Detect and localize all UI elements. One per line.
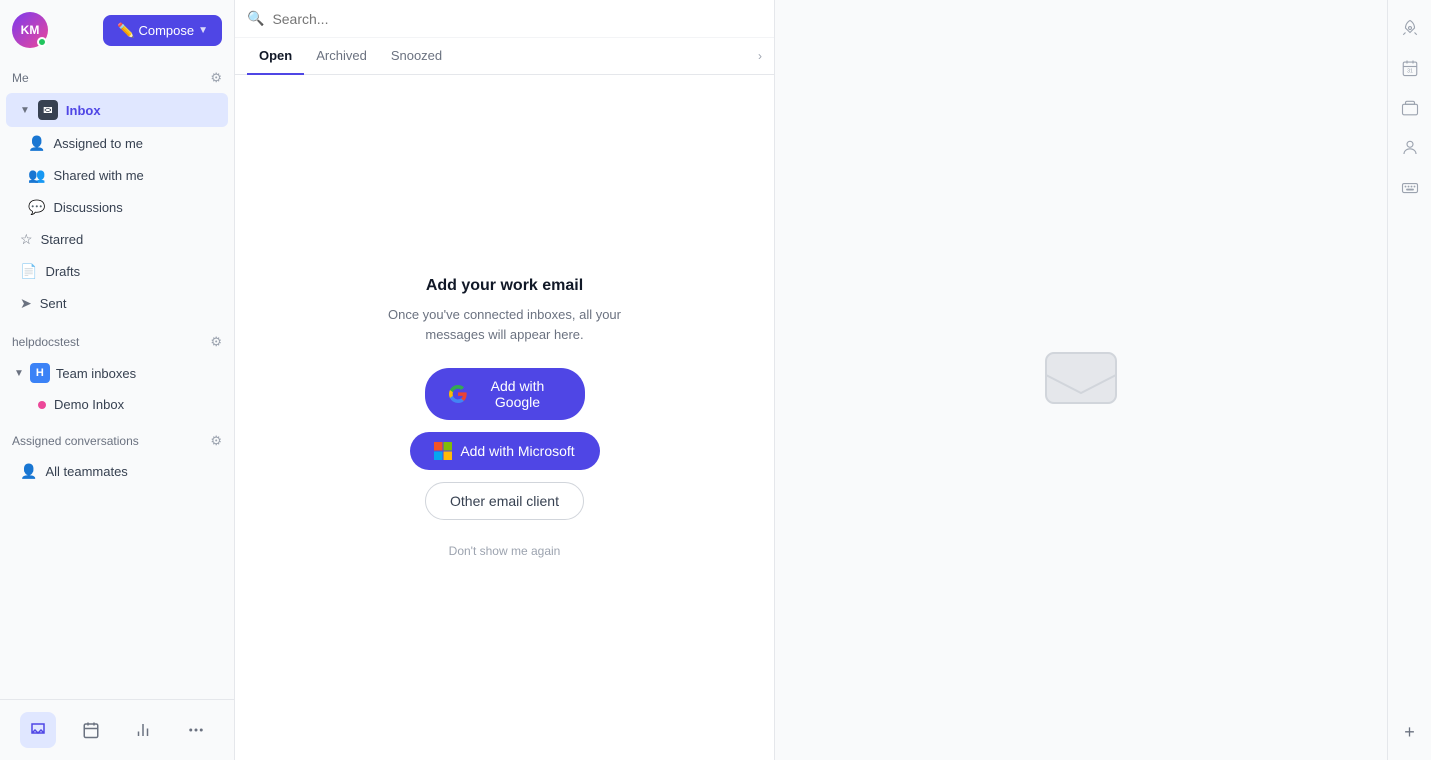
draft-icon: 📄 <box>20 263 37 280</box>
other-email-button[interactable]: Other email client <box>425 482 584 520</box>
demo-inbox-item[interactable]: Demo Inbox <box>0 390 234 419</box>
rocket-icon[interactable] <box>1394 12 1426 44</box>
empty-state-description: Once you've connected inboxes, all your … <box>365 305 645 344</box>
inbox-box-icon: ✉ <box>38 100 58 120</box>
tabs-more-arrow[interactable]: › <box>758 49 762 63</box>
person-icon: 👤 <box>28 135 45 152</box>
pencil-icon: ✏️ <box>117 22 134 39</box>
google-icon <box>449 385 467 403</box>
add-microsoft-button[interactable]: Add with Microsoft <box>410 432 600 470</box>
empty-state-title: Add your work email <box>426 277 583 295</box>
empty-state: Add your work email Once you've connecte… <box>235 75 774 760</box>
inbox-item[interactable]: ▼ ✉ Inbox <box>6 93 228 127</box>
me-section-label: Me ⚙ <box>0 64 234 92</box>
tab-open[interactable]: Open <box>247 38 304 75</box>
chart-bottom-icon[interactable] <box>125 712 161 748</box>
me-settings-icon[interactable]: ⚙ <box>210 70 222 86</box>
more-bottom-icon[interactable] <box>178 712 214 748</box>
chevron-down-icon: ▼ <box>198 25 208 36</box>
tab-snoozed[interactable]: Snoozed <box>379 38 454 75</box>
sidebar: KM ✏️ Compose ▼ Me ⚙ ▼ ✉ Inbox 👤 Assigne… <box>0 0 235 760</box>
sidebar-item-discussions[interactable]: 💬 Discussions <box>14 192 228 223</box>
inbox-sub-items: 👤 Assigned to me 👥 Shared with me 💬 Disc… <box>0 128 234 223</box>
me-section: Me ⚙ ▼ ✉ Inbox 👤 Assigned to me 👥 Shared… <box>0 60 234 324</box>
search-input[interactable] <box>272 11 762 27</box>
search-bar: 🔍 <box>235 0 774 38</box>
team-section-label: helpdocstest ⚙ <box>0 328 234 356</box>
avatar[interactable]: KM <box>12 12 48 48</box>
tab-archived[interactable]: Archived <box>304 38 379 75</box>
online-badge <box>37 37 47 47</box>
team-collapse-icon: ▼ <box>14 368 24 379</box>
sidebar-item-sent[interactable]: ➤ Sent <box>6 288 228 319</box>
add-google-button[interactable]: Add with Google <box>425 368 585 420</box>
sidebar-item-drafts[interactable]: 📄 Drafts <box>6 256 228 287</box>
detail-panel <box>775 0 1387 760</box>
tabs-bar: Open Archived Snoozed › <box>235 38 774 75</box>
content-area: 🔍 Open Archived Snoozed › Add your work … <box>235 0 1387 760</box>
team-inboxes-item[interactable]: ▼ H Team inboxes <box>0 356 234 390</box>
team-section: helpdocstest ⚙ ▼ H Team inboxes Demo Inb… <box>0 324 234 423</box>
sidebar-item-starred[interactable]: ☆ Starred <box>6 224 228 255</box>
search-icon: 🔍 <box>247 10 264 27</box>
layers-right-icon[interactable] <box>1394 92 1426 124</box>
demo-dot <box>38 401 46 409</box>
people-icon: 👥 <box>28 167 45 184</box>
chat-icon: 💬 <box>28 199 45 216</box>
keyboard-right-icon[interactable] <box>1394 172 1426 204</box>
inbox-bottom-icon[interactable] <box>20 712 56 748</box>
sidebar-item-shared[interactable]: 👥 Shared with me <box>14 160 228 191</box>
team-badge: H <box>30 363 50 383</box>
star-icon: ☆ <box>20 231 33 248</box>
teammates-icon: 👤 <box>20 463 37 480</box>
sidebar-bottom-nav <box>0 699 234 760</box>
svg-text:31: 31 <box>1407 69 1413 75</box>
assigned-settings-icon[interactable]: ⚙ <box>210 433 222 449</box>
collapse-icon: ▼ <box>20 105 30 116</box>
calendar-right-icon[interactable]: 31 <box>1394 52 1426 84</box>
assigned-section-label: Assigned conversations ⚙ <box>0 427 234 455</box>
empty-inbox-icon <box>1041 343 1121 418</box>
sidebar-header: KM ✏️ Compose ▼ <box>0 0 234 60</box>
microsoft-icon <box>434 442 452 460</box>
sidebar-item-assigned[interactable]: 👤 Assigned to me <box>14 128 228 159</box>
assigned-section: Assigned conversations ⚙ 👤 All teammates <box>0 423 234 492</box>
add-right-icon[interactable]: + <box>1394 716 1426 748</box>
sidebar-item-all-teammates[interactable]: 👤 All teammates <box>6 456 228 487</box>
dont-show-link[interactable]: Don't show me again <box>449 544 561 558</box>
send-icon: ➤ <box>20 295 32 312</box>
compose-button[interactable]: ✏️ Compose ▼ <box>103 15 222 46</box>
inbox-panel: 🔍 Open Archived Snoozed › Add your work … <box>235 0 775 760</box>
calendar-bottom-icon[interactable] <box>73 712 109 748</box>
team-settings-icon[interactable]: ⚙ <box>210 334 222 350</box>
person-right-icon[interactable] <box>1394 132 1426 164</box>
right-sidebar: 31 + <box>1387 0 1431 760</box>
